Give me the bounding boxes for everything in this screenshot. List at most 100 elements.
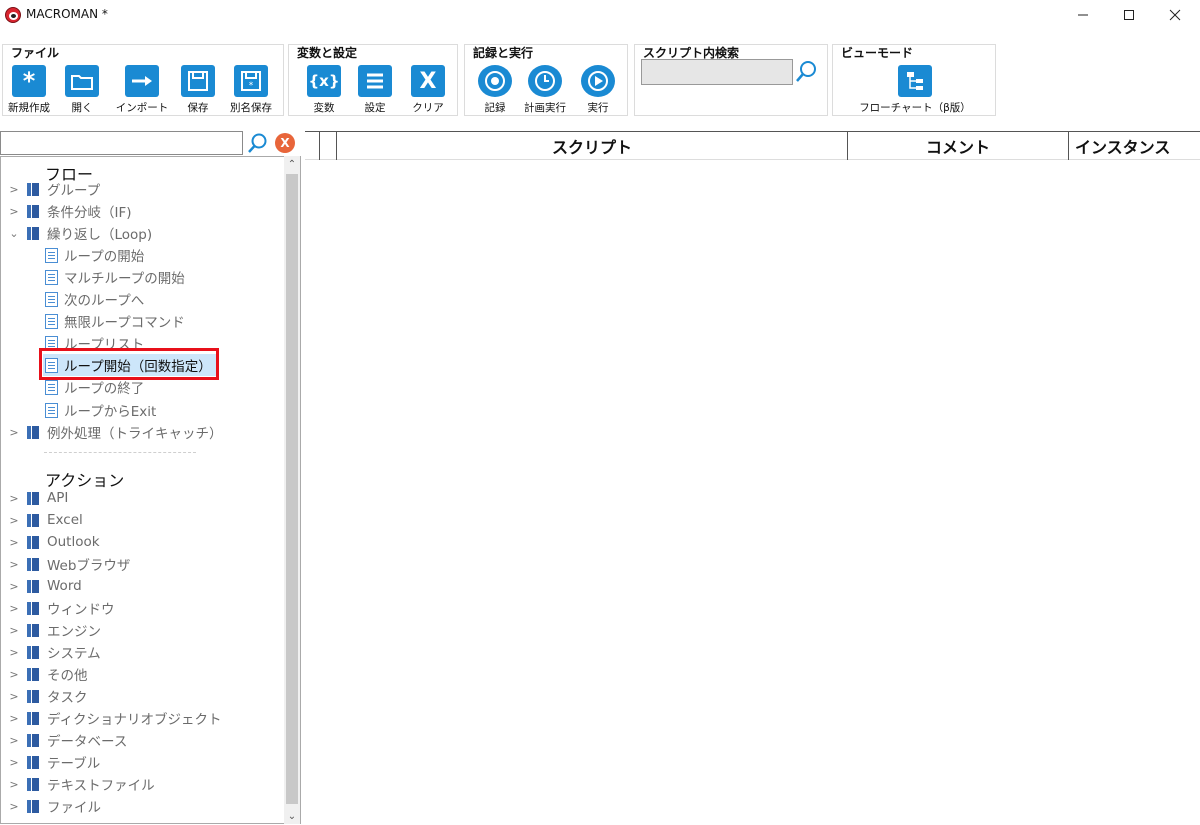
tree-child-loop-count[interactable]: ループ開始（回数指定） xyxy=(43,354,216,376)
chevron-right-icon[interactable]: > xyxy=(7,778,21,791)
tree-item-outlook[interactable]: > Outlook xyxy=(7,531,99,553)
tree-item-label: 例外処理（トライキャッチ） xyxy=(47,426,223,442)
script-search-input[interactable] xyxy=(641,59,793,85)
tree-item-if[interactable]: > 条件分岐（IF) xyxy=(7,200,132,222)
flowchart-button-label: フローチャート（β版） xyxy=(859,102,971,114)
tree-child-infinite-loop[interactable]: 無限ループコマンド xyxy=(45,310,185,332)
tree-item-dictionary[interactable]: > ディクショナリオブジェクト xyxy=(7,707,222,729)
new-button[interactable]: * 新規作成 xyxy=(2,65,56,115)
chevron-right-icon[interactable]: > xyxy=(7,558,21,571)
maximize-icon xyxy=(1124,10,1134,20)
tree-child-multi-loop-start[interactable]: マルチループの開始 xyxy=(45,266,185,288)
tree-separator xyxy=(44,452,196,453)
chevron-right-icon[interactable]: > xyxy=(7,756,21,769)
record-icon xyxy=(478,65,512,97)
script-search-icon[interactable] xyxy=(795,59,819,83)
tree-item-label: Word xyxy=(47,578,82,594)
clear-button[interactable]: X クリア xyxy=(401,65,455,115)
asterisk-icon: * xyxy=(12,65,46,97)
record-button-label: 記録 xyxy=(484,102,506,114)
tree-item-task[interactable]: > タスク xyxy=(7,685,88,707)
book-icon xyxy=(27,557,39,571)
chevron-right-icon[interactable]: > xyxy=(7,734,21,747)
settings-button-label: 設定 xyxy=(364,102,386,114)
tree-child-loop-exit[interactable]: ループからExit xyxy=(45,399,156,421)
scroll-up-icon[interactable]: ⌃ xyxy=(284,156,300,172)
group-label-file: ファイル xyxy=(11,46,60,60)
clear-icon: X xyxy=(411,65,445,97)
column-header-instance[interactable]: インスタンス xyxy=(1068,132,1200,160)
chevron-right-icon[interactable]: > xyxy=(7,536,21,549)
save-button[interactable]: 保存 xyxy=(171,65,225,115)
chevron-down-icon[interactable]: ⌄ xyxy=(7,227,21,240)
tree-child-loop-end[interactable]: ループの終了 xyxy=(45,376,144,398)
chevron-right-icon[interactable]: > xyxy=(7,712,21,725)
tree-item-other[interactable]: > その他 xyxy=(7,663,88,685)
tree-child-next-loop[interactable]: 次のループへ xyxy=(45,288,144,310)
tree-item-system[interactable]: > システム xyxy=(7,641,101,663)
chevron-right-icon[interactable]: > xyxy=(7,602,21,615)
record-button[interactable]: 記録 xyxy=(468,65,522,115)
tree-item-exception[interactable]: > 例外処理（トライキャッチ） xyxy=(7,421,223,443)
chevron-right-icon[interactable]: > xyxy=(7,183,21,196)
close-button[interactable] xyxy=(1152,0,1198,30)
chevron-right-icon[interactable]: > xyxy=(7,580,21,593)
chevron-right-icon[interactable]: > xyxy=(7,514,21,527)
tree-item-word[interactable]: > Word xyxy=(7,575,82,597)
schedule-button[interactable]: 計画実行 xyxy=(518,65,572,115)
tree-item-file[interactable]: > ファイル xyxy=(7,795,101,817)
tree-item-label: ループリスト xyxy=(64,337,145,353)
book-icon xyxy=(27,226,39,240)
tree-item-engine[interactable]: > エンジン xyxy=(7,619,101,641)
maximize-button[interactable] xyxy=(1106,0,1152,30)
chevron-right-icon[interactable]: > xyxy=(7,646,21,659)
tree-item-excel[interactable]: > Excel xyxy=(7,509,82,531)
open-button[interactable]: 開く xyxy=(55,65,109,115)
clear-search-icon[interactable]: X xyxy=(275,133,295,153)
tree-item-text-file[interactable]: > テキストファイル xyxy=(7,773,155,795)
import-button[interactable]: インポート xyxy=(115,65,169,115)
chevron-right-icon[interactable]: > xyxy=(7,426,21,439)
tree-item-database[interactable]: > データベース xyxy=(7,729,127,751)
run-button[interactable]: 実行 xyxy=(571,65,625,115)
tree-item-label: テーブル xyxy=(47,756,101,772)
chevron-right-icon[interactable]: > xyxy=(7,624,21,637)
book-icon xyxy=(27,204,39,218)
ribbon-group-view: ビューモード フローチャート（β版） xyxy=(832,44,996,116)
document-icon xyxy=(45,313,58,329)
tree-item-api[interactable]: > API xyxy=(7,487,68,509)
tree-item-label: ディクショナリオブジェクト xyxy=(47,712,222,728)
command-search-input[interactable] xyxy=(0,131,243,155)
tree-item-group[interactable]: > グループ xyxy=(7,178,100,200)
minimize-icon xyxy=(1078,14,1088,16)
settings-button[interactable]: 設定 xyxy=(348,65,402,115)
tree-scrollbar[interactable]: ⌃ ⌄ xyxy=(284,156,300,824)
chevron-right-icon[interactable]: > xyxy=(7,690,21,703)
scroll-down-icon[interactable]: ⌄ xyxy=(284,808,300,824)
variable-icon-text: {x} xyxy=(308,72,340,90)
chevron-right-icon[interactable]: > xyxy=(7,492,21,505)
book-icon xyxy=(27,799,39,813)
tree-child-loop-start[interactable]: ループの開始 xyxy=(45,244,144,266)
save-as-icon: * xyxy=(234,65,268,97)
save-icon xyxy=(181,65,215,97)
tree-item-window[interactable]: > ウィンドウ xyxy=(7,597,115,619)
chevron-right-icon[interactable]: > xyxy=(7,800,21,813)
variables-button[interactable]: {x} 変数 xyxy=(297,65,351,115)
minimize-button[interactable] xyxy=(1060,0,1106,30)
column-header-script[interactable]: スクリプト xyxy=(336,132,847,160)
tree-item-loop[interactable]: ⌄ 繰り返し（Loop) xyxy=(7,222,152,244)
save-as-button-label: 別名保存 xyxy=(230,102,272,114)
flowchart-button[interactable]: フローチャート（β版） xyxy=(841,65,989,115)
tree-item-label: マルチループの開始 xyxy=(64,271,185,287)
tree-child-loop-list[interactable]: ループリスト xyxy=(45,332,144,354)
chevron-right-icon[interactable]: > xyxy=(7,668,21,681)
command-search-icon[interactable] xyxy=(247,132,269,154)
svg-text:*: * xyxy=(249,81,254,91)
column-header-comment[interactable]: コメント xyxy=(847,132,1068,160)
tree-item-web-browser[interactable]: > Webブラウザ xyxy=(7,553,130,575)
scroll-thumb[interactable] xyxy=(286,174,298,804)
chevron-right-icon[interactable]: > xyxy=(7,205,21,218)
tree-item-table[interactable]: > テーブル xyxy=(7,751,100,773)
save-as-button[interactable]: * 別名保存 xyxy=(224,65,278,115)
